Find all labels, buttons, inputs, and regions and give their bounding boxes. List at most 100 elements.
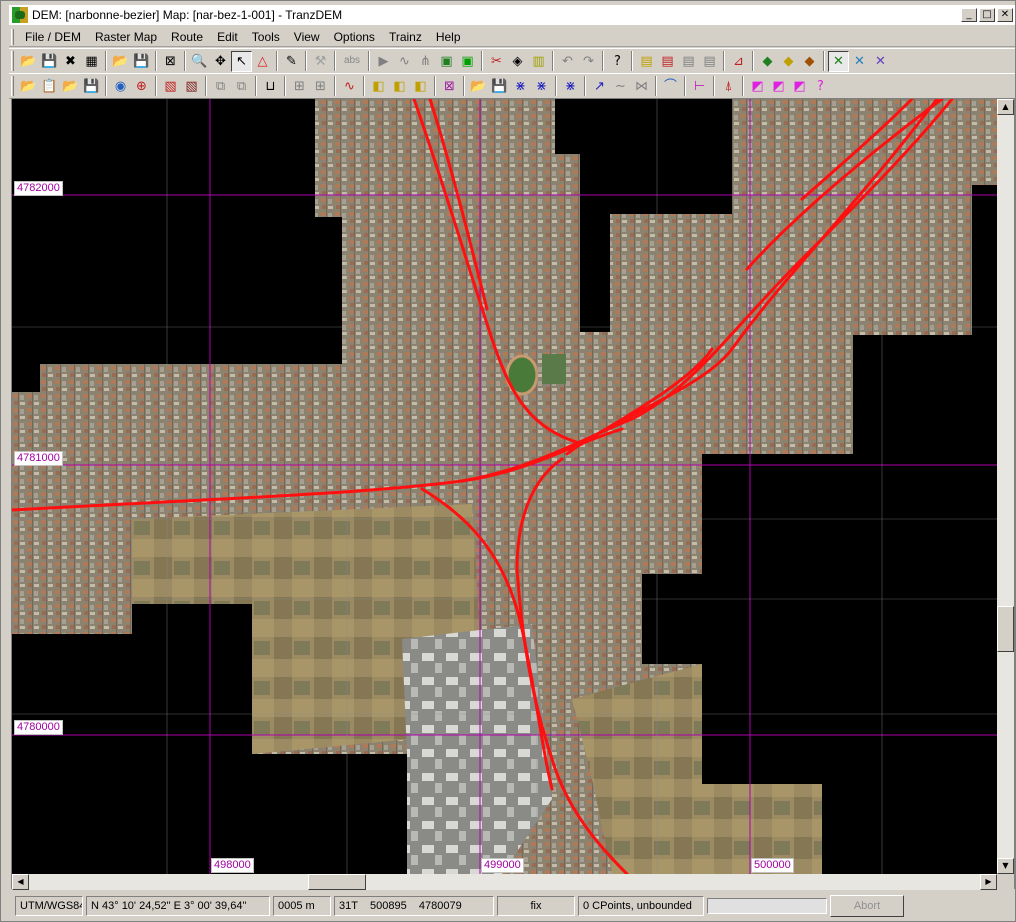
map-color-icon: ▦ <box>85 53 98 69</box>
track-green-button[interactable]: ▣ <box>457 51 478 72</box>
cross-green-button[interactable]: ✕ <box>828 50 849 72</box>
open2-button[interactable]: 📂 <box>60 76 81 97</box>
fill-button[interactable]: ◈ <box>507 51 528 72</box>
scroll-up-arrow-icon[interactable]: ▲ <box>997 99 1014 115</box>
delete-map-button[interactable]: ✖ <box>60 51 81 72</box>
track-cut-button[interactable]: ⋈ <box>631 76 652 97</box>
bucket-button[interactable]: ⊔ <box>260 76 281 97</box>
copy-grey-button[interactable]: ⧉ <box>210 76 231 97</box>
tiles-button[interactable]: ◧ <box>368 76 389 97</box>
triangle-button[interactable]: △ <box>252 51 273 72</box>
menu-file-dem[interactable]: File / DEM <box>18 28 88 46</box>
menu-raster-map[interactable]: Raster Map <box>88 28 164 46</box>
texture2-button[interactable]: ◆ <box>778 51 799 72</box>
menu-help[interactable]: Help <box>429 28 468 46</box>
maximize-button[interactable]: □ <box>979 8 995 22</box>
save-button[interactable]: 💾 <box>39 51 60 72</box>
junction2-button[interactable]: ⋇ <box>531 76 552 97</box>
menu-route[interactable]: Route <box>164 28 210 46</box>
frames-button[interactable]: ▧ <box>181 76 202 97</box>
tools-disabled-button[interactable]: ⚒ <box>310 51 331 72</box>
cross-blue-button[interactable]: ✕ <box>849 51 870 72</box>
pan-button[interactable]: ✥ <box>210 51 231 72</box>
ruler-button[interactable]: ▥ <box>528 51 549 72</box>
span-button[interactable]: ⊢ <box>689 76 710 97</box>
map-color-button[interactable]: ▦ <box>81 51 102 72</box>
triangle-icon: △ <box>257 53 268 69</box>
vertical-scroll-thumb[interactable] <box>997 606 1014 652</box>
open-button[interactable]: 📂 <box>18 76 39 97</box>
menu-view[interactable]: View <box>287 28 327 46</box>
redo-icon: ↷ <box>583 53 594 69</box>
horizontal-scrollbar[interactable]: ◀ ▶ <box>12 874 997 890</box>
layer-grey-button[interactable]: ▤ <box>678 51 699 72</box>
vertical-scrollbar[interactable]: ▲ ▼ <box>997 99 1014 874</box>
menu-edit[interactable]: Edit <box>210 28 245 46</box>
curve-button[interactable]: ∿ <box>394 51 415 72</box>
wave-button[interactable]: ∿ <box>339 76 360 97</box>
layer-button[interactable]: ▤ <box>636 51 657 72</box>
scroll-down-arrow-icon[interactable]: ▼ <box>997 858 1014 874</box>
texture-button[interactable]: ◆ <box>757 51 778 72</box>
signal-button[interactable]: ⍋ <box>718 76 739 97</box>
open-folder-button[interactable]: 📂 <box>18 51 39 72</box>
magnifier-button[interactable]: 🔍 <box>189 51 210 72</box>
grid-select2-button[interactable]: ⊞ <box>310 76 331 97</box>
map-canvas[interactable]: 4782000 4781000 4780000 498000 499000 50… <box>12 99 997 874</box>
paste-button[interactable]: 📋 <box>39 76 60 97</box>
tiles2-button[interactable]: ◧ <box>389 76 410 97</box>
horizontal-scroll-thumb[interactable] <box>308 874 366 890</box>
save3-button[interactable]: 💾 <box>489 76 510 97</box>
grid-select-button[interactable]: ⊞ <box>289 76 310 97</box>
wave-icon: ∿ <box>344 78 355 94</box>
toolbar-separator <box>255 76 257 96</box>
save-raster-button[interactable]: 💾 <box>131 51 152 72</box>
bbox-button[interactable]: ⊠ <box>439 76 460 97</box>
profile-button[interactable]: ⌒ <box>660 76 681 97</box>
texture3-button[interactable]: ◆ <box>799 51 820 72</box>
track-edit-button[interactable]: ↗ <box>589 76 610 97</box>
help-button[interactable]: ? <box>607 51 628 72</box>
zoom-cross-button[interactable]: ⊠ <box>160 51 181 72</box>
undo-button[interactable]: ↶ <box>557 51 578 72</box>
frame-red-button[interactable]: ▧ <box>160 76 181 97</box>
open-raster-button[interactable]: 📂 <box>110 51 131 72</box>
junction3-button[interactable]: ⋇ <box>560 76 581 97</box>
save-grey-button[interactable]: 💾 <box>81 76 102 97</box>
object-pink2-button[interactable]: ◩ <box>768 76 789 97</box>
track-smooth-button[interactable]: ∼ <box>610 76 631 97</box>
object-pink3-button[interactable]: ◩ <box>789 76 810 97</box>
track-split-button[interactable]: ⋔ <box>415 51 436 72</box>
track-select-button[interactable]: ▣ <box>436 51 457 72</box>
pointer-button[interactable]: ↖ <box>231 50 252 72</box>
globe-grid-button[interactable]: ⊕ <box>131 76 152 97</box>
eyedropper-button[interactable]: ✎ <box>281 51 302 72</box>
copy-grey2-icon: ⧉ <box>236 78 247 94</box>
menu-trainz[interactable]: Trainz <box>382 28 429 46</box>
menu-grip[interactable] <box>11 28 14 45</box>
toolbar-grip[interactable] <box>11 51 14 71</box>
copy-grey2-button[interactable]: ⧉ <box>231 76 252 97</box>
close-button[interactable]: ✕ <box>997 8 1013 22</box>
cross-multi-button[interactable]: ✕ <box>870 51 891 72</box>
object-help-button[interactable]: ? <box>810 76 831 97</box>
abs-button[interactable]: abs <box>339 51 365 72</box>
toolbar-grip[interactable] <box>11 76 14 96</box>
measure-button[interactable]: ⊿ <box>728 51 749 72</box>
layer-grey2-button[interactable]: ▤ <box>699 51 720 72</box>
play-button[interactable]: ▶ <box>373 51 394 72</box>
object-pink-button[interactable]: ◩ <box>747 76 768 97</box>
globe-button[interactable]: ◉ <box>110 76 131 97</box>
minimize-button[interactable]: _ <box>961 8 977 22</box>
abort-button[interactable]: Abort <box>830 895 904 917</box>
scissors-button[interactable]: ✂ <box>486 51 507 72</box>
menu-options[interactable]: Options <box>327 28 382 46</box>
junction-button[interactable]: ⋇ <box>510 76 531 97</box>
redo-button[interactable]: ↷ <box>578 51 599 72</box>
layer-red-button[interactable]: ▤ <box>657 51 678 72</box>
open3-button[interactable]: 📂 <box>468 76 489 97</box>
tiles3-button[interactable]: ◧ <box>410 76 431 97</box>
scroll-left-arrow-icon[interactable]: ◀ <box>12 874 29 890</box>
scroll-right-arrow-icon[interactable]: ▶ <box>980 874 997 890</box>
menu-tools[interactable]: Tools <box>245 28 287 46</box>
